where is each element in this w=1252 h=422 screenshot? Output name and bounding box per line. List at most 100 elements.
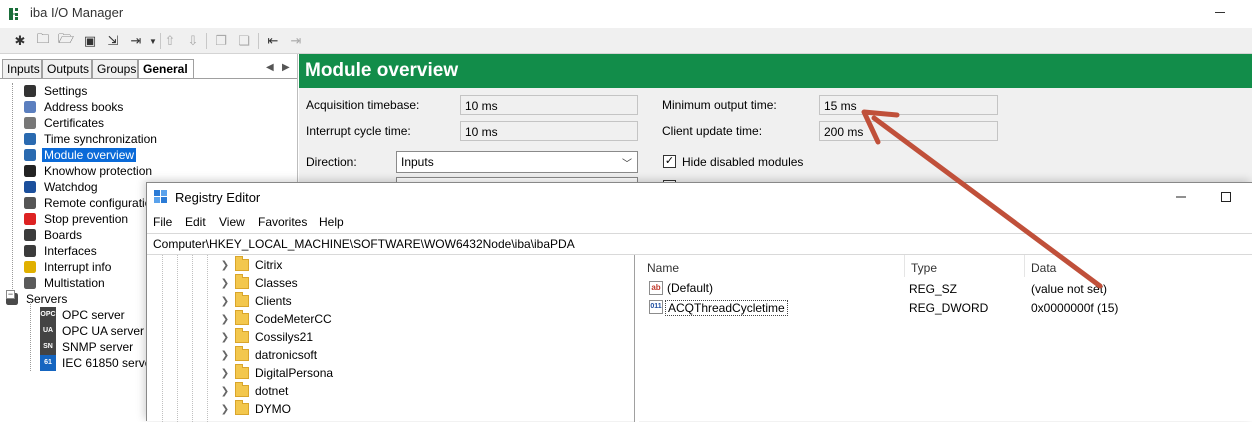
back-icon[interactable]: ⇤ xyxy=(263,31,283,51)
save-icon[interactable]: ▣ xyxy=(80,31,100,51)
registry-value-row[interactable]: ab (Default) REG_SZ (value not set) xyxy=(639,280,1252,298)
forward-icon[interactable]: ⇥ xyxy=(286,31,306,51)
column-header-data[interactable]: Data xyxy=(1031,261,1056,275)
tree-item-opc-ua-server[interactable]: UA OPC UA server xyxy=(40,323,146,339)
client-update-time-field: 200 ms xyxy=(819,121,998,141)
tree-item-opc-server[interactable]: OPC OPC server xyxy=(40,307,127,323)
tree-item-settings[interactable]: Settings xyxy=(22,83,89,99)
tree-item-interrupt-info[interactable]: Interrupt info xyxy=(22,259,113,275)
key-icon xyxy=(24,165,36,177)
tree-item-label: Time synchronization xyxy=(44,132,157,146)
menu-help[interactable]: Help xyxy=(319,215,344,229)
tab-scroll-right-icon[interactable]: ▶ xyxy=(282,62,290,73)
tree-item-label: OPC server xyxy=(62,308,125,322)
menu-file[interactable]: File xyxy=(153,215,172,229)
tab-scroll-left-icon[interactable]: ◀ xyxy=(266,62,274,73)
tree-item-label: Boards xyxy=(44,228,83,242)
menu-favorites[interactable]: Favorites xyxy=(258,215,307,229)
collapse-toggle-icon[interactable]: − xyxy=(6,290,15,299)
tab-general[interactable]: General xyxy=(138,59,194,79)
registry-key-label: dotnet xyxy=(255,384,289,398)
copy-icon[interactable]: ❐ xyxy=(211,31,231,51)
move-up-icon[interactable]: ⇧ xyxy=(160,31,180,51)
registry-key[interactable]: ❯ Citrix xyxy=(219,256,282,274)
direction-select-value: Inputs xyxy=(401,155,434,169)
hide-disabled-modules-checkbox[interactable]: ✓ xyxy=(663,155,676,168)
column-divider[interactable] xyxy=(904,255,905,277)
tree-item-label: IEC 61850 server xyxy=(62,356,156,370)
registry-editor-title: Registry Editor xyxy=(175,190,261,205)
column-header-name[interactable]: Name xyxy=(647,261,679,275)
registry-value-name: ACQThreadCycletime xyxy=(665,300,788,316)
tree-item-interfaces[interactable]: Interfaces xyxy=(22,243,99,259)
menu-edit[interactable]: Edit xyxy=(185,215,206,229)
open-recent-icon[interactable]: 🗁 xyxy=(56,31,76,51)
paste-icon[interactable]: ❏ xyxy=(234,31,254,51)
registry-key[interactable]: ❯ Clients xyxy=(219,292,292,310)
tree-item-label: Module overview xyxy=(42,148,137,162)
chevron-right-icon[interactable]: ❯ xyxy=(219,368,231,379)
registry-key[interactable]: ❯ Cossilys21 xyxy=(219,328,313,346)
iba-toolbar: ✱ 🗀 🗁 ▣ ⇲ ⇥ ▼ ⇧ ⇩ ❐ ❏ ⇤ ⇥ xyxy=(0,28,1252,54)
tree-item-module-overview[interactable]: Module overview xyxy=(22,147,137,163)
snmp-icon: SN xyxy=(40,339,56,355)
address-book-icon xyxy=(24,101,36,113)
interrupt-cycle-time-field: 10 ms xyxy=(460,121,638,141)
registry-key[interactable]: ❯ DigitalPersona xyxy=(219,364,333,382)
tree-item-address-books[interactable]: Address books xyxy=(22,99,125,115)
registry-key-label: datronicsoft xyxy=(255,348,318,362)
maximize-icon[interactable] xyxy=(1218,189,1234,205)
registry-key[interactable]: ❯ CodeMeterCC xyxy=(219,310,332,328)
registry-key[interactable]: ❯ datronicsoft xyxy=(219,346,317,364)
tree-item-label: Certificates xyxy=(44,116,105,130)
tree-item-time-synchronization[interactable]: Time synchronization xyxy=(22,131,159,147)
import-icon[interactable]: ⇲ xyxy=(103,31,123,51)
tree-item-label: Stop prevention xyxy=(44,212,129,226)
registry-key[interactable]: ❯ Classes xyxy=(219,274,298,292)
tab-groups[interactable]: Groups xyxy=(92,59,138,79)
chevron-right-icon[interactable]: ❯ xyxy=(219,332,231,343)
toolbar-separator xyxy=(258,33,259,49)
direction-select[interactable]: Inputs ﹀ xyxy=(396,151,638,173)
minimum-output-time-label: Minimum output time: xyxy=(662,98,777,112)
binary-value-icon: 011 xyxy=(649,300,663,314)
menu-view[interactable]: View xyxy=(219,215,245,229)
tree-item-watchdog[interactable]: Watchdog xyxy=(22,179,100,195)
board-icon xyxy=(24,229,36,241)
minimize-icon[interactable] xyxy=(1173,189,1189,205)
column-header-type[interactable]: Type xyxy=(911,261,937,275)
tree-item-multistation[interactable]: Multistation xyxy=(22,275,107,291)
tree-item-boards[interactable]: Boards xyxy=(22,227,84,243)
chevron-right-icon[interactable]: ❯ xyxy=(219,260,231,271)
new-icon[interactable]: ✱ xyxy=(10,31,30,51)
chevron-right-icon[interactable]: ❯ xyxy=(219,296,231,307)
registry-editor-icon xyxy=(154,190,168,204)
move-down-icon[interactable]: ⇩ xyxy=(183,31,203,51)
folder-icon xyxy=(235,400,249,415)
tab-outputs[interactable]: Outputs xyxy=(42,59,92,79)
chevron-right-icon[interactable]: ❯ xyxy=(219,350,231,361)
direction-label: Direction: xyxy=(306,155,357,169)
tree-item-knowhow-protection[interactable]: Knowhow protection xyxy=(22,163,154,179)
registry-address-bar[interactable]: Computer\HKEY_LOCAL_MACHINE\SOFTWARE\WOW… xyxy=(147,233,1252,255)
tree-connector xyxy=(30,301,31,371)
registry-key[interactable]: ❯ DYMO xyxy=(219,400,291,418)
registry-key-label: Citrix xyxy=(255,258,283,272)
iba-minimize-button[interactable] xyxy=(1212,4,1228,20)
open-folder-icon[interactable]: 🗀 xyxy=(33,31,53,51)
interface-icon xyxy=(24,245,36,257)
chevron-right-icon[interactable]: ❯ xyxy=(219,278,231,289)
registry-key[interactable]: ❯ dotnet xyxy=(219,382,288,400)
tab-inputs[interactable]: Inputs xyxy=(2,59,42,79)
chevron-right-icon[interactable]: ❯ xyxy=(219,386,231,397)
column-divider[interactable] xyxy=(1024,255,1025,277)
chevron-right-icon[interactable]: ❯ xyxy=(219,314,231,325)
tree-item-certificates[interactable]: Certificates xyxy=(22,115,106,131)
tree-item-snmp-server[interactable]: SN SNMP server xyxy=(40,339,135,355)
tree-item-stop-prevention[interactable]: Stop prevention xyxy=(22,211,130,227)
tree-item-iec-61850-server[interactable]: 61 IEC 61850 server xyxy=(40,355,157,371)
chevron-right-icon[interactable]: ❯ xyxy=(219,404,231,415)
tree-item-remote-configuration[interactable]: Remote configuration xyxy=(22,195,160,211)
module-overview-title: Module overview xyxy=(305,60,459,81)
registry-value-row[interactable]: 011 ACQThreadCycletime REG_DWORD 0x00000… xyxy=(639,299,1252,317)
